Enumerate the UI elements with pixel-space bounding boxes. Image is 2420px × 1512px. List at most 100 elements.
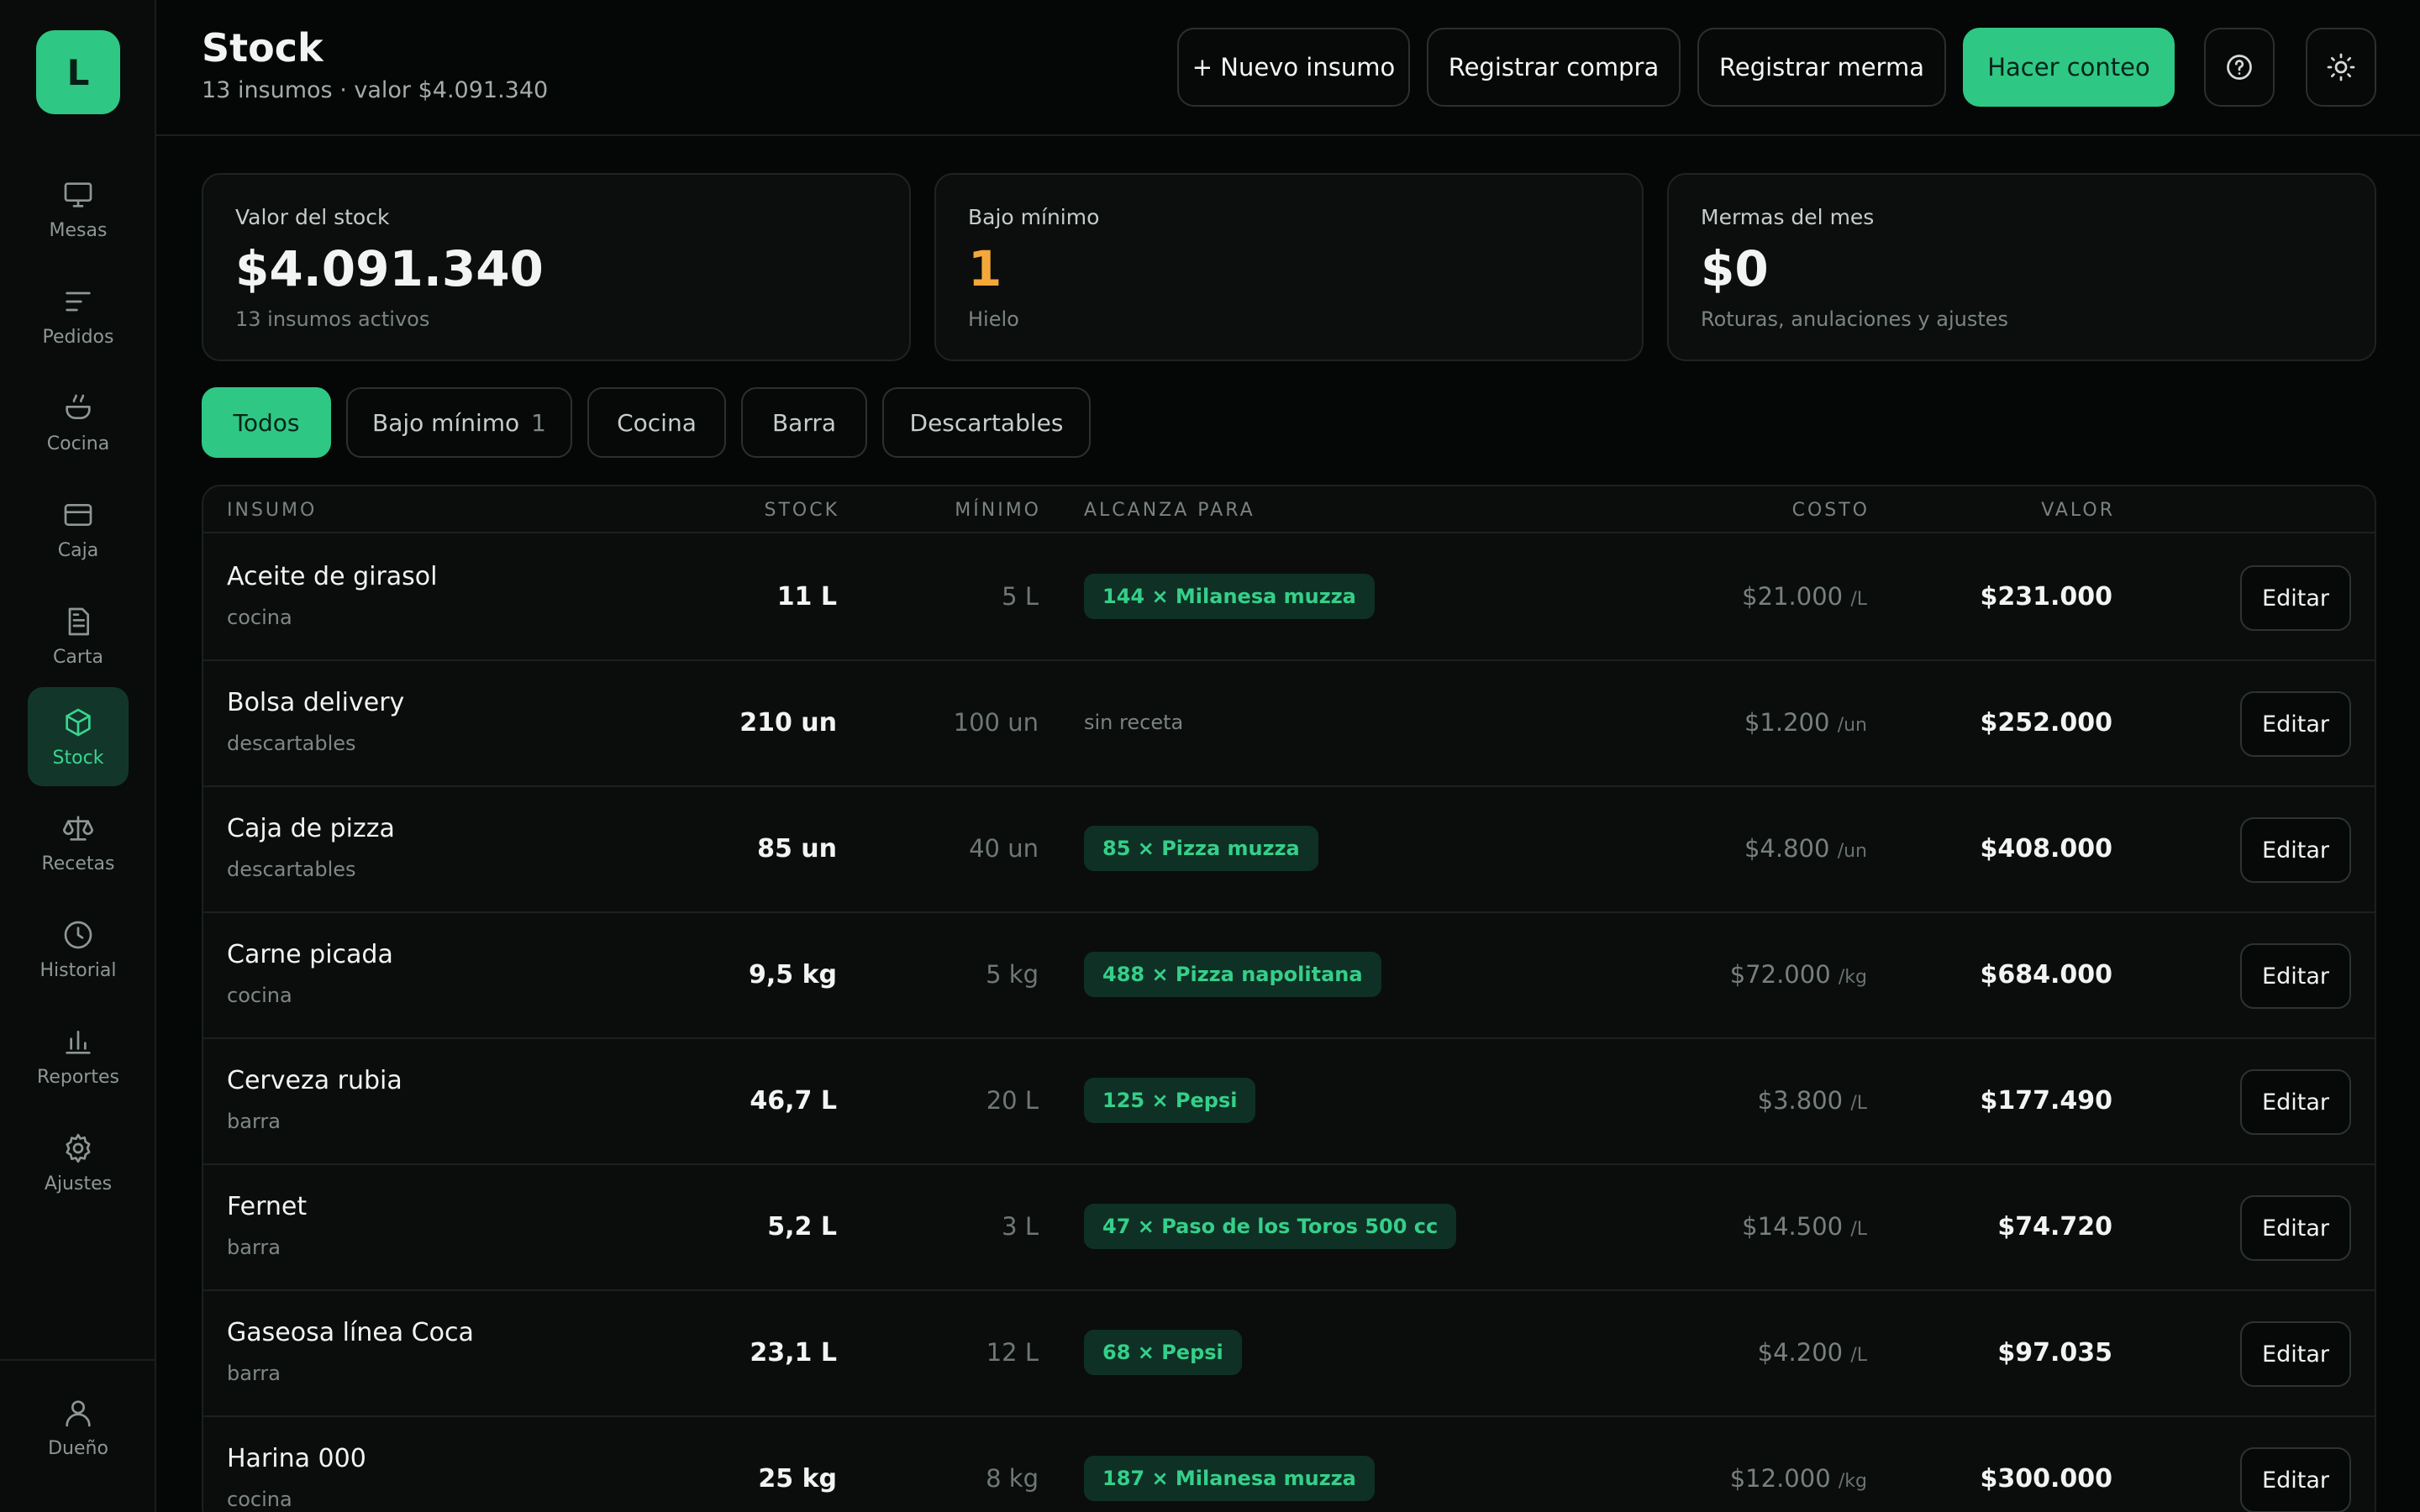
item-cost: $21.000 /L	[1742, 582, 1867, 611]
cost-unit: /un	[1837, 715, 1867, 736]
edit-button[interactable]: Editar	[2240, 691, 2351, 757]
edit-button[interactable]: Editar	[2240, 1195, 2351, 1261]
sidebar-item-label: Reportes	[37, 1066, 119, 1088]
item-name: Aceite de girasol	[227, 562, 438, 591]
app-logo[interactable]: L	[36, 30, 120, 114]
do-count-button[interactable]: Hacer conteo	[1963, 28, 2175, 107]
filter-label: Barra	[771, 408, 837, 437]
edit-button[interactable]: Editar	[2240, 1321, 2351, 1387]
item-category: cocina	[227, 1488, 292, 1511]
new-item-button[interactable]: + Nuevo insumo	[1177, 28, 1410, 107]
item-cost: $4.200 /L	[1758, 1338, 1867, 1367]
sidebar-item-ajustes[interactable]: Ajustes	[28, 1113, 129, 1212]
col-stock[interactable]: STOCK	[764, 500, 839, 521]
table-row[interactable]: Aceite de girasol cocina 11 L 5 L 144 × …	[203, 535, 2375, 661]
sidebar-item-stock[interactable]: Stock	[28, 687, 129, 786]
help-icon	[2227, 55, 2252, 80]
item-value: $231.000	[1980, 582, 2112, 612]
filter-descartables[interactable]: Descartables	[882, 387, 1091, 458]
edit-button[interactable]: Editar	[2240, 565, 2351, 631]
sidebar-item-historial[interactable]: Historial	[28, 900, 129, 999]
item-category: barra	[227, 1236, 281, 1259]
monitor-icon	[64, 181, 92, 207]
sidebar-item-label: Recetas	[41, 853, 115, 874]
cost-amount: $4.200	[1757, 1338, 1844, 1367]
item-minimum: 20 L	[986, 1086, 1039, 1115]
help-button[interactable]	[2204, 28, 2275, 107]
table-row[interactable]: Fernet barra 5,2 L 3 L 47 × Paso de los …	[203, 1165, 2375, 1291]
register-purchase-button[interactable]: Registrar compra	[1427, 28, 1681, 107]
sidebar-item-label: Historial	[39, 959, 117, 981]
cost-unit: /L	[1850, 1219, 1867, 1240]
item-reach-badge: 85 × Pizza muzza	[1084, 826, 1318, 871]
page-title: Stock	[202, 25, 324, 71]
cost-unit: /L	[1850, 1345, 1867, 1366]
user-icon	[66, 1399, 91, 1426]
header-divider	[156, 134, 2420, 136]
filter-todos[interactable]: Todos	[202, 387, 331, 458]
user-label: Dueño	[48, 1437, 108, 1459]
item-category: barra	[227, 1362, 281, 1385]
item-category: cocina	[227, 606, 292, 629]
edit-button[interactable]: Editar	[2240, 943, 2351, 1009]
clock-icon	[64, 921, 92, 948]
table-row[interactable]: Caja de pizza descartables 85 un 40 un 8…	[203, 787, 2375, 913]
sidebar-item-carta[interactable]: Carta	[28, 586, 129, 685]
sidebar-item-reportes[interactable]: Reportes	[28, 1006, 129, 1105]
sidebar-item-mesas[interactable]: Mesas	[28, 160, 129, 259]
pot-icon	[66, 394, 91, 419]
sun-icon	[2327, 53, 2355, 81]
edit-button[interactable]: Editar	[2240, 1447, 2351, 1512]
filter-cocina[interactable]: Cocina	[587, 387, 726, 458]
col-insumo[interactable]: INSUMO	[227, 500, 317, 521]
filter-bajo-minimo[interactable]: Bajo mínimo 1	[346, 387, 572, 458]
waste-card: Mermas del mes $0 Roturas, anulaciones y…	[1667, 173, 2376, 361]
sidebar-divider	[0, 1359, 156, 1361]
sidebar-user[interactable]: Dueño	[28, 1378, 129, 1477]
sidebar-item-recetas[interactable]: Recetas	[28, 793, 129, 892]
stock-table: INSUMO STOCK MÍNIMO ALCANZA PARA COSTO V…	[202, 485, 2376, 1512]
card-icon	[64, 503, 92, 526]
cost-amount: $4.800	[1744, 834, 1830, 863]
sidebar-item-label: Pedidos	[42, 326, 114, 348]
item-value: $252.000	[1980, 708, 2112, 738]
card-label: Bajo mínimo	[968, 205, 1100, 229]
table-row[interactable]: Carne picada cocina 9,5 kg 5 kg 488 × Pi…	[203, 913, 2375, 1039]
theme-toggle-button[interactable]	[2306, 28, 2376, 107]
item-category: barra	[227, 1110, 281, 1133]
table-row[interactable]: Harina 000 cocina 25 kg 8 kg 187 × Milan…	[203, 1417, 2375, 1512]
cost-amount: $72.000	[1729, 960, 1831, 989]
item-minimum: 100 un	[953, 708, 1039, 737]
sidebar-item-label: Stock	[52, 747, 104, 769]
lines-icon	[66, 291, 91, 311]
scale-icon	[63, 815, 93, 841]
item-minimum: 5 L	[1002, 582, 1039, 611]
col-costo[interactable]: COSTO	[1792, 500, 1870, 521]
sidebar-item-pedidos[interactable]: Pedidos	[28, 266, 129, 365]
table-row[interactable]: Gaseosa línea Coca barra 23,1 L 12 L 68 …	[203, 1291, 2375, 1417]
edit-button[interactable]: Editar	[2240, 817, 2351, 883]
filter-label: Cocina	[617, 408, 697, 437]
card-note: Hielo	[968, 307, 1019, 331]
card-note: 13 insumos activos	[235, 307, 430, 331]
col-valor[interactable]: VALOR	[2041, 500, 2115, 521]
card-value: $4.091.340	[235, 240, 544, 297]
item-name: Fernet	[227, 1192, 308, 1221]
item-minimum: 12 L	[986, 1338, 1039, 1367]
register-waste-button[interactable]: Registrar merma	[1697, 28, 1946, 107]
edit-button[interactable]: Editar	[2240, 1069, 2351, 1135]
col-alcanza[interactable]: ALCANZA PARA	[1084, 500, 1255, 521]
table-row[interactable]: Bolsa delivery descartables 210 un 100 u…	[203, 661, 2375, 787]
below-min-card: Bajo mínimo 1 Hielo	[934, 173, 1644, 361]
filter-barra[interactable]: Barra	[741, 387, 867, 458]
sidebar-item-cocina[interactable]: Cocina	[28, 373, 129, 472]
col-minimo[interactable]: MÍNIMO	[955, 500, 1041, 521]
filter-count: 1	[531, 408, 546, 437]
item-value: $177.490	[1980, 1086, 2112, 1116]
item-stock: 23,1 L	[750, 1338, 837, 1368]
table-row[interactable]: Cerveza rubia barra 46,7 L 20 L 125 × Pe…	[203, 1039, 2375, 1165]
item-stock: 210 un	[739, 708, 837, 738]
item-cost: $3.800 /L	[1758, 1086, 1867, 1115]
sidebar-item-caja[interactable]: Caja	[28, 480, 129, 579]
table-header: INSUMO STOCK MÍNIMO ALCANZA PARA COSTO V…	[203, 486, 2375, 533]
